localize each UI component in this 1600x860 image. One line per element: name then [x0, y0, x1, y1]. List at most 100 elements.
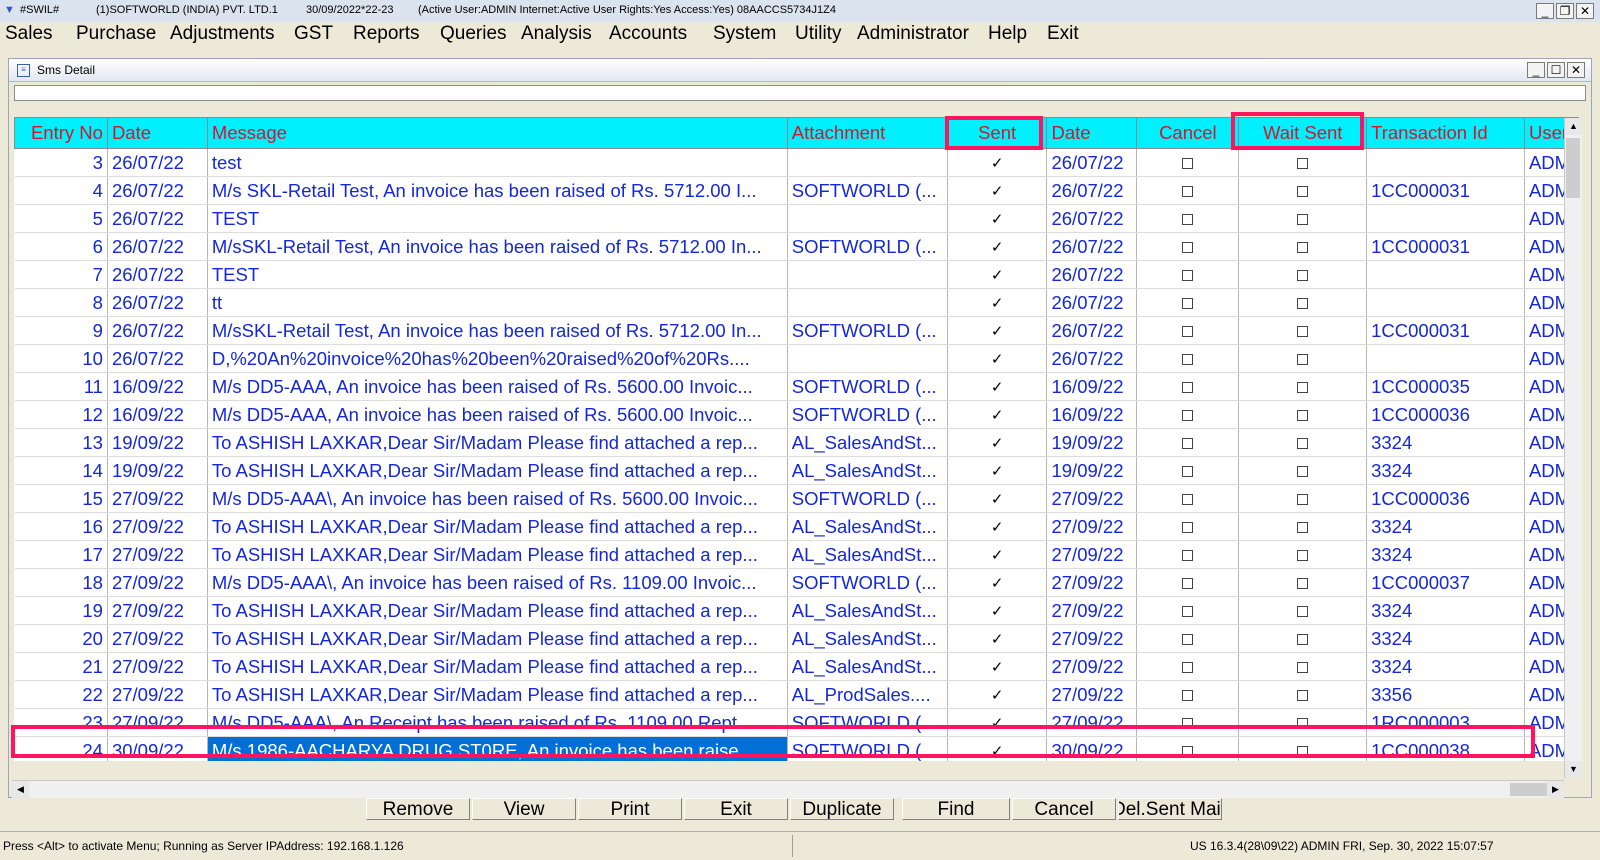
cell-sent[interactable]: ✓	[947, 512, 1048, 541]
cell-message[interactable]: To ASHISH LAXKAR,Dear Sir/Madam Please f…	[207, 540, 788, 569]
checkbox-icon[interactable]	[1297, 326, 1309, 338]
cell-wait-sent[interactable]	[1238, 624, 1368, 653]
cell-transaction-id[interactable]: 1RC000003	[1366, 708, 1525, 737]
cell-entry-no[interactable]: 4	[14, 176, 108, 205]
cell-transaction-id[interactable]	[1366, 260, 1525, 289]
cell-sent-date[interactable]: 30/09/22	[1046, 736, 1138, 761]
table-row[interactable]: 23 27/09/22 M/s DD5-AAA\, An Receipt has b…	[14, 708, 1579, 737]
cell-cancel[interactable]	[1136, 428, 1240, 457]
cell-message[interactable]: tt	[207, 288, 788, 317]
cell-transaction-id[interactable]: 1CC000037	[1366, 568, 1525, 597]
cell-wait-sent[interactable]	[1238, 652, 1368, 681]
cell-cancel[interactable]	[1136, 540, 1240, 569]
cell-attachment[interactable]: SOFTWORLD (...	[787, 400, 948, 429]
cell-message[interactable]: M/sSKL-Retail Test, An invoice has been …	[207, 232, 788, 261]
col-wait-sent[interactable]: Wait Sent	[1238, 117, 1368, 149]
menu-adjustments[interactable]: Adjustments	[170, 23, 275, 45]
cell-attachment[interactable]	[787, 260, 948, 289]
cell-entry-no[interactable]: 13	[14, 428, 108, 457]
cell-sent-date[interactable]: 27/09/22	[1046, 680, 1138, 709]
cell-date[interactable]: 27/09/22	[107, 708, 208, 737]
col-cancel[interactable]: Cancel	[1136, 117, 1240, 149]
checkbox-icon[interactable]	[1182, 410, 1194, 422]
cell-sent-date[interactable]: 26/07/22	[1046, 176, 1138, 205]
table-row[interactable]: 6 26/07/22 M/sSKL-Retail Test, An invoice …	[14, 232, 1579, 261]
cell-sent-date[interactable]: 26/07/22	[1046, 288, 1138, 317]
menu-gst[interactable]: GST	[294, 23, 333, 45]
cell-wait-sent[interactable]	[1238, 484, 1368, 513]
cell-wait-sent[interactable]	[1238, 232, 1368, 261]
cell-transaction-id[interactable]	[1366, 344, 1525, 373]
cell-date[interactable]: 26/07/22	[107, 204, 208, 233]
cell-entry-no[interactable]: 6	[14, 232, 108, 261]
cell-message[interactable]: M/sSKL-Retail Test, An invoice has been …	[207, 316, 788, 345]
close-icon[interactable]: ✕	[1576, 3, 1594, 19]
cell-entry-no[interactable]: 23	[14, 708, 108, 737]
checkbox-icon[interactable]	[1182, 326, 1194, 338]
cell-wait-sent[interactable]	[1238, 316, 1368, 345]
cell-sent-date[interactable]: 27/09/22	[1046, 484, 1138, 513]
cell-date[interactable]: 27/09/22	[107, 540, 208, 569]
cell-sent-date[interactable]: 27/09/22	[1046, 624, 1138, 653]
cell-cancel[interactable]	[1136, 652, 1240, 681]
col-attachment[interactable]: Attachment	[786, 117, 948, 149]
checkbox-icon[interactable]	[1297, 158, 1309, 170]
cell-sent[interactable]: ✓	[947, 708, 1048, 737]
table-row[interactable]: 11 16/09/22 M/s DD5-AAA, An invoice has be…	[14, 372, 1579, 401]
cell-entry-no[interactable]: 17	[14, 540, 108, 569]
cell-cancel[interactable]	[1136, 148, 1240, 177]
cell-date[interactable]: 30/09/22	[107, 736, 208, 761]
cell-entry-no[interactable]: 21	[14, 652, 108, 681]
cell-sent-date[interactable]: 19/09/22	[1046, 428, 1138, 457]
table-row[interactable]: 21 27/09/22 To ASHISH LAXKAR,Dear Sir/Mada…	[14, 652, 1579, 681]
scroll-down-icon[interactable]: ▼	[1565, 761, 1582, 778]
cell-cancel[interactable]	[1136, 372, 1240, 401]
cell-transaction-id[interactable]: 3324	[1366, 624, 1525, 653]
table-row[interactable]: 19 27/09/22 To ASHISH LAXKAR,Dear Sir/Mada…	[14, 596, 1579, 625]
cell-sent-date[interactable]: 27/09/22	[1046, 708, 1138, 737]
restore-icon[interactable]: ❐	[1556, 3, 1574, 19]
cell-entry-no[interactable]: 19	[14, 596, 108, 625]
checkbox-icon[interactable]	[1182, 578, 1194, 590]
cell-transaction-id[interactable]: 1CC000036	[1366, 484, 1525, 513]
scroll-up-icon[interactable]: ▲	[1565, 118, 1582, 135]
cell-attachment[interactable]: AL_SalesAndSt...	[787, 456, 948, 485]
cell-message[interactable]: M/s DD5-AAA\, An invoice has been raised…	[207, 568, 788, 597]
table-row[interactable]: 15 27/09/22 M/s DD5-AAA\, An invoice has b…	[14, 484, 1579, 513]
table-row[interactable]: 18 27/09/22 M/s DD5-AAA\, An invoice has b…	[14, 568, 1579, 597]
checkbox-icon[interactable]	[1182, 494, 1194, 506]
menu-utility[interactable]: Utility	[795, 23, 841, 45]
cell-sent-date[interactable]: 16/09/22	[1046, 372, 1138, 401]
cell-sent[interactable]: ✓	[947, 736, 1048, 761]
cell-sent[interactable]: ✓	[947, 652, 1048, 681]
child-maximize-icon[interactable]: ☐	[1547, 62, 1565, 78]
cell-attachment[interactable]	[787, 288, 948, 317]
cell-attachment[interactable]: SOFTWORLD (...	[787, 176, 948, 205]
cell-date[interactable]: 27/09/22	[107, 512, 208, 541]
col-entry-no[interactable]: Entry No	[14, 117, 108, 149]
checkbox-icon[interactable]	[1182, 466, 1194, 478]
cell-entry-no[interactable]: 11	[14, 372, 108, 401]
cell-entry-no[interactable]: 3	[14, 148, 108, 177]
cancel-button[interactable]: Cancel	[1012, 798, 1116, 820]
table-row[interactable]: 22 27/09/22 To ASHISH LAXKAR,Dear Sir/Mada…	[14, 680, 1579, 709]
scroll-right-icon[interactable]: ▶	[1547, 781, 1564, 798]
menu-analysis[interactable]: Analysis	[521, 23, 592, 45]
cell-message[interactable]: D,%20An%20invoice%20has%20been%20raised%…	[207, 344, 788, 373]
cell-cancel[interactable]	[1136, 288, 1240, 317]
cell-date[interactable]: 19/09/22	[107, 428, 208, 457]
cell-sent-date[interactable]: 27/09/22	[1046, 540, 1138, 569]
checkbox-icon[interactable]	[1182, 606, 1194, 618]
menu-help[interactable]: Help	[988, 23, 1027, 45]
cell-sent-date[interactable]: 26/07/22	[1046, 344, 1138, 373]
cell-cancel[interactable]	[1136, 484, 1240, 513]
table-row[interactable]: 5 26/07/22 TEST ✓ 26/07/22 ADM	[14, 204, 1579, 233]
cell-entry-no[interactable]: 14	[14, 456, 108, 485]
cell-date[interactable]: 26/07/22	[107, 260, 208, 289]
checkbox-icon[interactable]	[1297, 718, 1309, 730]
cell-cancel[interactable]	[1136, 512, 1240, 541]
cell-sent[interactable]: ✓	[947, 148, 1048, 177]
cell-wait-sent[interactable]	[1238, 568, 1368, 597]
table-row[interactable]: 8 26/07/22 tt ✓ 26/07/22 ADM	[14, 288, 1579, 317]
cell-entry-no[interactable]: 20	[14, 624, 108, 653]
